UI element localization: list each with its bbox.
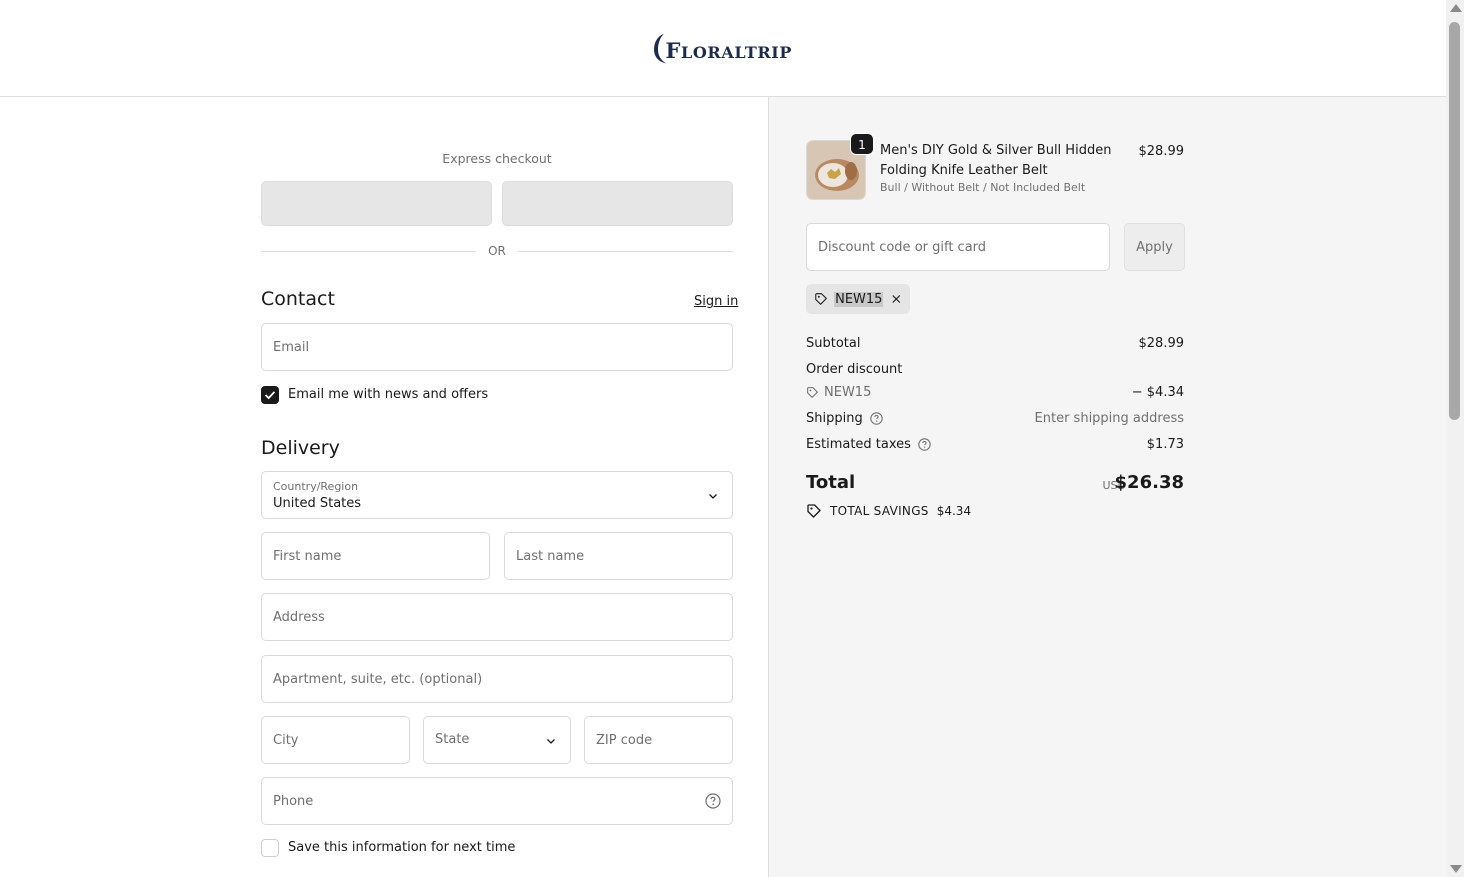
- delivery-heading: Delivery: [261, 437, 340, 459]
- scroll-up-arrow-icon[interactable]: [1450, 4, 1462, 12]
- tag-icon: [807, 504, 821, 518]
- question-circle-icon[interactable]: [705, 793, 721, 809]
- city-input[interactable]: [273, 732, 398, 748]
- close-icon[interactable]: [891, 293, 902, 305]
- product-name: Men's DIY Gold & Silver Bull Hidden Fold…: [880, 143, 1112, 178]
- discount-value: − $4.34: [1131, 385, 1184, 400]
- total-label: Total: [806, 472, 856, 493]
- discount-field[interactable]: [806, 223, 1110, 271]
- taxes-row: Estimated taxes: [806, 437, 931, 452]
- country-value: United States: [273, 496, 362, 511]
- applied-code-label: NEW15: [834, 291, 884, 307]
- question-circle-icon[interactable]: [870, 412, 883, 425]
- save-info-checkbox[interactable]: [261, 839, 279, 857]
- express-pay-button-2[interactable]: [502, 181, 733, 226]
- or-divider: OR: [261, 243, 734, 259]
- country-label: Country/Region: [273, 480, 359, 493]
- total-value: $26.38: [1114, 472, 1184, 493]
- order-summary-column: 1 Men's DIY Gold & Silver Bull Hidden Fo…: [768, 97, 1446, 877]
- discount-input[interactable]: [818, 239, 1098, 255]
- zip-input[interactable]: [596, 732, 721, 748]
- savings-value: $4.34: [936, 504, 972, 518]
- state-select[interactable]: State: [423, 716, 571, 764]
- applied-discount-chip: NEW15: [806, 284, 910, 314]
- page-scrollbar[interactable]: [1446, 0, 1464, 877]
- phone-input[interactable]: [273, 793, 705, 809]
- tag-icon: [815, 293, 827, 305]
- save-info-label: Save this information for next time: [288, 840, 516, 855]
- check-icon: [264, 391, 276, 400]
- store-logo-text: FLORALTRIP: [665, 37, 792, 63]
- question-circle-icon[interactable]: [918, 438, 931, 451]
- first-name-input[interactable]: [273, 548, 478, 564]
- contact-heading: Contact: [261, 288, 335, 310]
- address-input[interactable]: [273, 609, 721, 625]
- email-input[interactable]: [273, 339, 721, 355]
- taxes-value: $1.73: [1146, 437, 1184, 452]
- country-select[interactable]: Country/Region United States: [261, 471, 733, 519]
- product-price: $28.99: [1138, 144, 1185, 159]
- site-header: FLORALTRIP: [0, 0, 1446, 97]
- savings-label: TOTAL SAVINGS: [830, 504, 929, 518]
- apartment-field[interactable]: [261, 655, 733, 703]
- apartment-input[interactable]: [273, 671, 721, 687]
- quantity-badge: 1: [850, 133, 874, 155]
- product-variant: Bull / Without Belt / Not Included Belt: [880, 181, 1086, 194]
- tag-icon: [807, 387, 818, 398]
- newsletter-checkbox[interactable]: [261, 386, 279, 404]
- divider-line: [517, 250, 734, 252]
- express-pay-button-1[interactable]: [261, 181, 492, 226]
- scroll-down-arrow-icon[interactable]: [1450, 865, 1462, 873]
- or-label: OR: [488, 244, 506, 258]
- phone-field[interactable]: [261, 777, 733, 825]
- subtotal-value: $28.99: [1138, 336, 1185, 351]
- discount-code-label: NEW15: [824, 385, 872, 400]
- apply-discount-button[interactable]: Apply: [1124, 223, 1185, 271]
- shipping-label: Shipping: [806, 411, 863, 426]
- taxes-label: Estimated taxes: [806, 437, 911, 452]
- shipping-row: Shipping: [806, 411, 883, 426]
- express-checkout-title: Express checkout: [442, 151, 552, 166]
- shipping-value: Enter shipping address: [1034, 411, 1184, 426]
- total-savings-row: TOTAL SAVINGS $4.34: [806, 503, 971, 519]
- discount-code-row: NEW15: [806, 385, 871, 400]
- city-field[interactable]: [261, 716, 410, 764]
- zip-field[interactable]: [584, 716, 733, 764]
- first-name-field[interactable]: [261, 532, 490, 580]
- last-name-field[interactable]: [504, 532, 733, 580]
- chevron-down-icon: [709, 494, 717, 499]
- chevron-down-icon: [547, 739, 555, 744]
- store-logo[interactable]: FLORALTRIP: [652, 20, 792, 76]
- subtotal-label: Subtotal: [806, 336, 861, 351]
- last-name-input[interactable]: [516, 548, 721, 564]
- state-placeholder: State: [435, 732, 470, 747]
- address-field[interactable]: [261, 593, 733, 641]
- email-field[interactable]: [261, 323, 733, 371]
- sign-in-link[interactable]: Sign in: [694, 294, 738, 309]
- scrollbar-thumb[interactable]: [1449, 22, 1460, 420]
- divider-line: [261, 250, 477, 252]
- order-discount-label: Order discount: [806, 362, 903, 377]
- checkout-form-column: Express checkout OR Contact Sign in Emai…: [0, 97, 768, 877]
- newsletter-label: Email me with news and offers: [288, 387, 489, 402]
